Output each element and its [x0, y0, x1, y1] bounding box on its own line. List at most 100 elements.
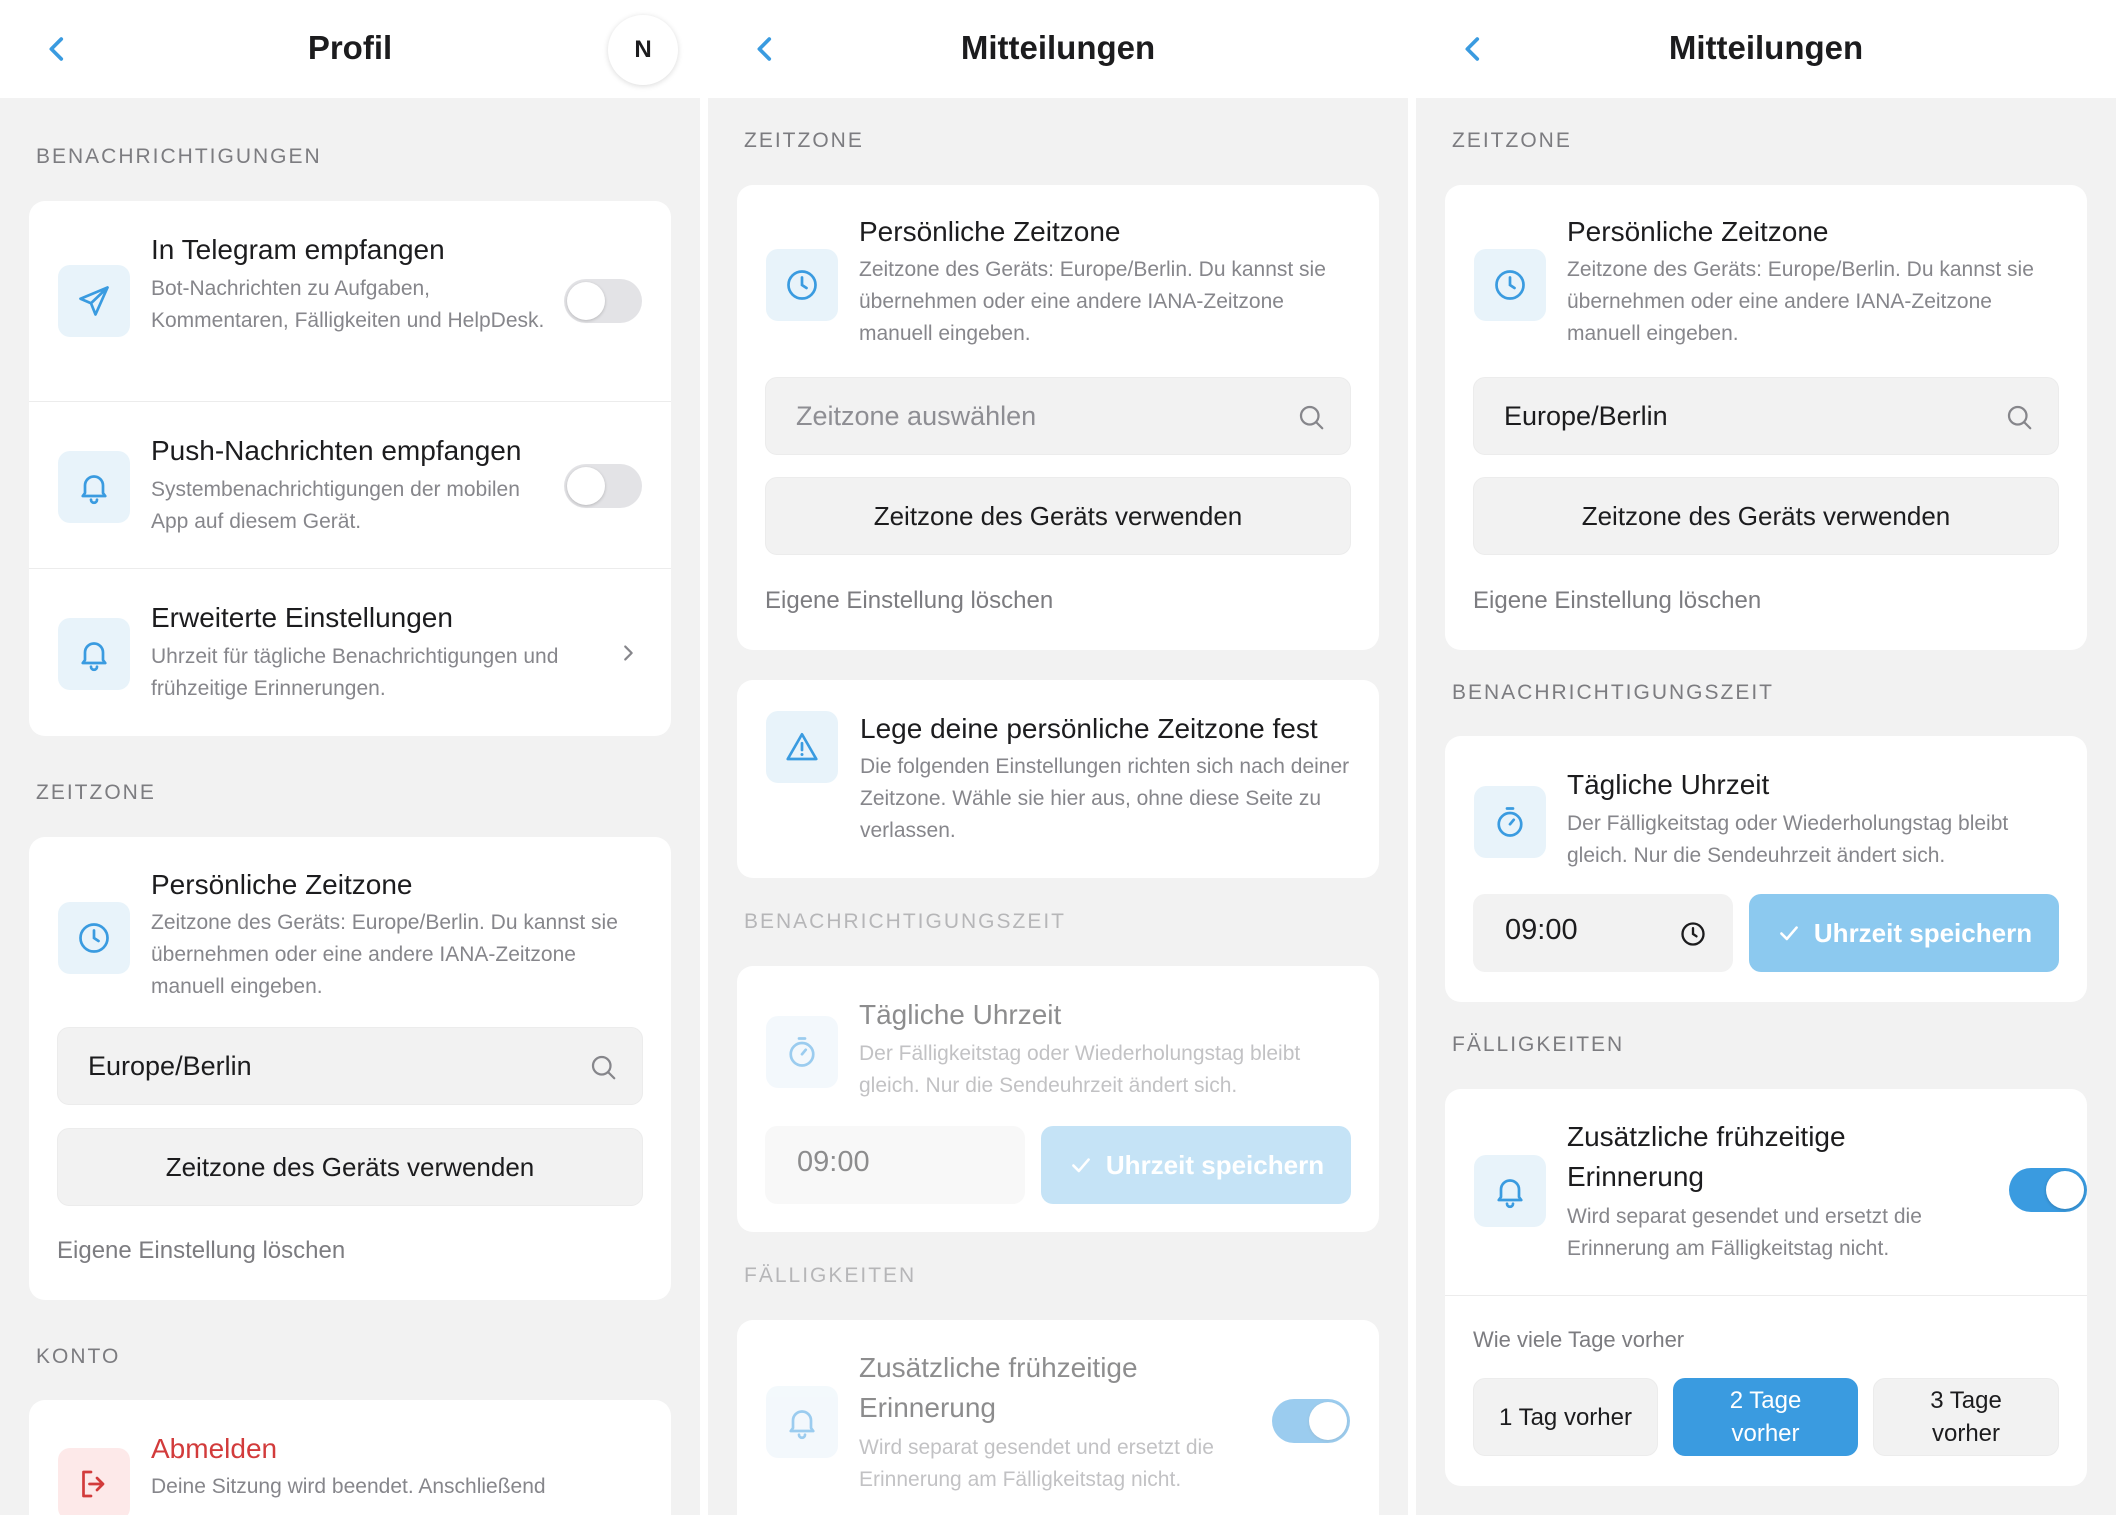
daily-icon-box [1474, 786, 1546, 858]
page-title: Profil [307, 29, 393, 66]
timezone-title: Persönliche Zeitzone [859, 216, 1121, 247]
notifications-screen-unset: Mitteilungen ZEITZONE Persönliche Zeitzo… [708, 0, 1408, 1515]
save-time-button[interactable]: Uhrzeit speichern [1041, 1126, 1351, 1204]
save-time-label: Uhrzeit speichern [1105, 1150, 1325, 1180]
daily-time-desc: Der Fälligkeitstag oder Wiederholungstag… [859, 1042, 1301, 1097]
timezone-title: Persönliche Zeitzone [151, 869, 413, 900]
daily-icon-box [766, 1016, 838, 1088]
timezone-search-field[interactable] [57, 1027, 643, 1105]
section-header-due: FÄLLIGKEITEN [1452, 1033, 1625, 1056]
days-option-3[interactable]: 3 Tage vorher [1873, 1378, 2059, 1456]
bell-icon [789, 1410, 815, 1440]
search-icon [1299, 405, 1324, 430]
bell-icon [1497, 1179, 1523, 1209]
save-time-button[interactable]: Uhrzeit speichern [1749, 894, 2059, 972]
search-icon [2007, 405, 2032, 430]
logout-desc: Deine Sitzung wird beendet. Anschließend [151, 1475, 546, 1498]
days-option-1[interactable]: 1 Tag vorher [1473, 1378, 1658, 1456]
advanced-icon-box [58, 618, 130, 690]
use-device-timezone-button[interactable]: Zeitzone des Geräts verwenden [57, 1128, 643, 1206]
time-value: 09:00 [797, 1146, 870, 1178]
notifications-screen-set: Mitteilungen ZEITZONE Persönliche Zeitzo… [1416, 0, 2116, 1515]
days-before-label: Wie viele Tage vorher [1473, 1327, 1685, 1352]
warning-desc: Die folgenden Einstellungen richten sich… [860, 755, 1350, 842]
time-value: 09:00 [1505, 914, 1578, 946]
early-reminder-toggle[interactable] [2009, 1168, 2087, 1212]
timezone-icon-box [766, 249, 838, 321]
divider [29, 401, 671, 402]
timezone-input[interactable] [796, 378, 1276, 454]
timezone-desc: Zeitzone des Geräts: Europe/Berlin. Du k… [859, 258, 1326, 345]
early-icon-box [1474, 1155, 1546, 1227]
clear-setting-link[interactable]: Eigene Einstellung löschen [765, 587, 1053, 615]
page-title: Mitteilungen [1668, 29, 1864, 66]
timezone-icon-box [1474, 249, 1546, 321]
timezone-icon-box [58, 902, 130, 974]
telegram-toggle[interactable] [564, 279, 642, 323]
timezone-card: Persönliche Zeitzone Zeitzone des Geräts… [737, 185, 1379, 650]
section-header-timezone: ZEITZONE [744, 129, 864, 152]
section-header-notification-time: BENACHRICHTIGUNGSZEIT [1452, 681, 1775, 704]
section-header-notifications: BENACHRICHTIGUNGEN [36, 145, 322, 168]
early-reminder-card: Zusätzliche frühzeitige Erinnerung Wird … [737, 1320, 1379, 1515]
push-desc: Systembenachrichtigungen der mobilen App… [151, 478, 520, 533]
early-icon-box [766, 1386, 838, 1458]
timezone-search-field[interactable] [1473, 377, 2059, 455]
chevron-right-icon[interactable] [617, 642, 639, 664]
daily-time-title: Tägliche Uhrzeit [1567, 769, 1770, 800]
use-device-timezone-button[interactable]: Zeitzone des Geräts verwenden [1473, 477, 2059, 555]
section-header-account: KONTO [36, 1345, 121, 1368]
early-reminder-desc: Wird separat gesendet und ersetzt die Er… [859, 1436, 1214, 1491]
divider [1445, 1295, 2087, 1296]
check-icon [1780, 926, 1798, 941]
warning-icon-box [766, 711, 838, 783]
stopwatch-icon [789, 1037, 815, 1067]
clock-icon [1495, 270, 1525, 300]
days-option-2[interactable]: 2 Tage vorher [1673, 1378, 1858, 1456]
logout-icon [82, 1470, 105, 1498]
clear-setting-link[interactable]: Eigene Einstellung löschen [1473, 587, 1761, 615]
timezone-title: Persönliche Zeitzone [1567, 216, 1829, 247]
timezone-search-field[interactable] [765, 377, 1351, 455]
save-time-label: Uhrzeit speichern [1813, 918, 2033, 948]
daily-time-title: Tägliche Uhrzeit [859, 999, 1062, 1030]
notifications-card: In Telegram empfangen Bot-Nachrichten zu… [29, 201, 671, 736]
early-reminder-toggle[interactable] [1272, 1399, 1350, 1443]
bell-icon [81, 475, 107, 505]
push-title: Push-Nachrichten empfangen [151, 435, 522, 466]
push-toggle[interactable] [564, 464, 642, 508]
telegram-desc: Bot-Nachrichten zu Aufgaben, Kommentaren… [151, 277, 545, 332]
early-reminder-title: Zusätzliche frühzeitige Erinnerung [859, 1352, 1138, 1423]
clock-icon [1681, 922, 1705, 946]
timezone-input[interactable] [1504, 378, 1984, 454]
warning-card: Lege deine persönliche Zeitzone fest Die… [737, 680, 1379, 878]
search-icon [591, 1055, 616, 1080]
use-device-timezone-button[interactable]: Zeitzone des Geräts verwenden [765, 477, 1351, 555]
warning-icon [786, 732, 818, 761]
clear-setting-link[interactable]: Eigene Einstellung löschen [57, 1237, 345, 1265]
time-field[interactable]: 09:00 [765, 1126, 1025, 1204]
advanced-settings-title[interactable]: Erweiterte Einstellungen [151, 599, 453, 637]
logout-title[interactable]: Abmelden [151, 1430, 277, 1468]
timezone-desc: Zeitzone des Geräts: Europe/Berlin. Du k… [1567, 258, 2034, 345]
early-reminder-desc: Wird separat gesendet und ersetzt die Er… [1567, 1205, 1922, 1260]
page-title: Mitteilungen [960, 29, 1156, 66]
check-icon [1072, 1158, 1090, 1173]
avatar[interactable]: N [608, 15, 678, 85]
account-card: Abmelden Deine Sitzung wird beendet. Ans… [29, 1400, 671, 1515]
header: Profil N [0, 0, 700, 98]
header: Mitteilungen [1416, 0, 2116, 98]
telegram-icon-box [58, 265, 130, 337]
disabled-overlay: Zusätzliche frühzeitige Erinnerung Wird … [737, 1320, 1379, 1515]
timezone-card: Persönliche Zeitzone Zeitzone des Geräts… [1445, 185, 2087, 650]
early-reminder-card: Zusätzliche frühzeitige Erinnerung Wird … [1445, 1089, 2087, 1486]
advanced-settings-desc: Uhrzeit für tägliche Benachrichtigungen … [151, 645, 559, 700]
time-field[interactable]: 09:00 [1473, 894, 1733, 972]
timezone-desc: Zeitzone des Geräts: Europe/Berlin. Du k… [151, 911, 618, 998]
warning-title: Lege deine persönliche Zeitzone fest [860, 713, 1318, 744]
timezone-input[interactable] [88, 1028, 568, 1104]
daily-time-desc: Der Fälligkeitstag oder Wiederholungstag… [1567, 812, 2009, 867]
bell-icon [81, 642, 107, 672]
logout-icon-box [58, 1448, 130, 1515]
section-header-timezone: ZEITZONE [1452, 129, 1572, 152]
